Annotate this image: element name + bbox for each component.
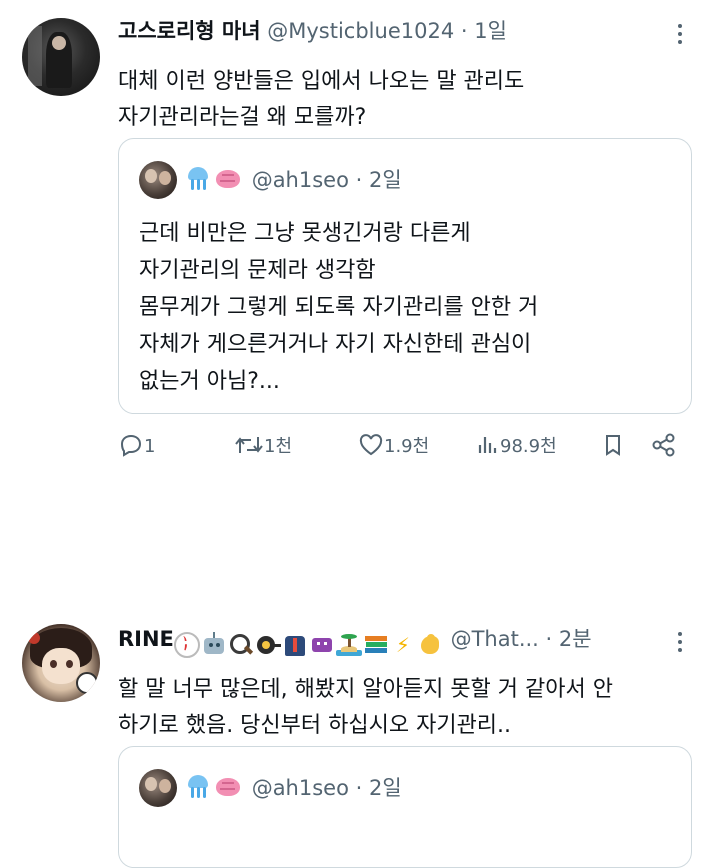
suit-icon <box>282 632 308 658</box>
robot-icon <box>201 632 227 658</box>
tweet-text-line: 자기관리라는걸 왜 모를까? <box>118 105 367 130</box>
tweet-text: 할 말 너무 많은데, 해봤지 알아듣지 못할 거 같아서 안 하기로 했음. … <box>118 672 613 744</box>
avatar-face <box>52 36 66 50</box>
separator-dot: · <box>355 776 363 800</box>
baseball-icon <box>173 632 200 658</box>
quoted-text-line: 없는거 아님?... <box>139 369 280 394</box>
tweet-text-line: 하기로 했음. 당신부터 하십시오 자기관리.. <box>118 713 512 738</box>
share-button[interactable] <box>650 432 678 462</box>
quoted-header: @ah1seo · 2일 <box>185 161 402 199</box>
avatar[interactable] <box>22 624 100 702</box>
quoted-avatar[interactable] <box>139 161 177 199</box>
tweet-header: RINE ⚡ @That... · 2분 <box>118 624 592 659</box>
tweet-text-line: 할 말 너무 많은데, 해봤지 알아듣지 못할 거 같아서 안 <box>118 677 613 702</box>
share-icon <box>652 433 675 457</box>
tweet-2[interactable]: RINE ⚡ @That... · 2분 할 말 너무 많은데, 해봤지 알아듣지… <box>0 600 714 868</box>
retweet-icon <box>235 437 263 453</box>
separator-dot: · <box>355 168 363 192</box>
like-button[interactable]: 1.9천 <box>358 432 429 462</box>
alien-monster-icon <box>309 632 335 658</box>
flexed-biceps-icon <box>417 632 443 658</box>
quoted-tweet[interactable]: @ah1seo · 2일 <box>118 746 692 868</box>
quoted-text-line: 몸무게가 그렇게 되도록 자기관리를 안한 거 <box>139 295 539 320</box>
retweet-button[interactable]: 1천 <box>234 432 292 462</box>
separator-dot: · <box>545 627 553 651</box>
quoted-avatar[interactable] <box>139 769 177 807</box>
quoted-text-line: 자체가 게으른거거나 자기 자신한테 관심이 <box>139 332 532 357</box>
tweet-header: 고스로리형 마녀 @Mysticblue1024 · 1일 <box>118 16 507 46</box>
jellyfish-icon <box>185 775 211 799</box>
frying-pan-icon <box>255 632 281 658</box>
quoted-text: 근데 비만은 그냥 못생긴거랑 다른게 자기관리의 문제라 생각함 몸무게가 그… <box>139 215 538 400</box>
quoted-text-line: 자기관리의 문제라 생각함 <box>139 258 376 283</box>
timestamp[interactable]: 1일 <box>474 19 507 43</box>
like-count: 1.9천 <box>384 436 430 457</box>
views-button[interactable]: 98.9천 <box>476 432 557 462</box>
bookmark-icon <box>606 435 620 456</box>
action-bar: 1 1천 1.9천 98.9천 <box>118 432 690 462</box>
avatar[interactable] <box>22 18 100 96</box>
brain-icon <box>215 775 241 799</box>
bar-chart-icon <box>478 437 497 453</box>
books-icon <box>363 632 389 658</box>
avatar-light <box>28 26 42 86</box>
timestamp[interactable]: 2분 <box>559 627 592 651</box>
user-handle[interactable]: @Mysticblue1024 <box>267 19 454 43</box>
brain-icon <box>215 167 241 191</box>
jellyfish-icon <box>185 167 211 191</box>
more-options-icon[interactable] <box>670 628 690 658</box>
quoted-handle[interactable]: @ah1seo <box>252 776 349 800</box>
quoted-header: @ah1seo · 2일 <box>185 769 402 807</box>
view-count: 98.9천 <box>500 436 557 457</box>
display-name[interactable]: RINE <box>118 627 174 651</box>
reply-icon <box>120 434 142 457</box>
quoted-timestamp[interactable]: 2일 <box>369 776 402 800</box>
heart-icon <box>359 434 383 456</box>
bookmark-button[interactable] <box>602 432 624 462</box>
reply-count: 1 <box>144 436 156 457</box>
desert-island-icon <box>335 632 362 658</box>
separator-dot: · <box>460 19 468 43</box>
reply-button[interactable]: 1 <box>118 432 155 462</box>
quoted-timestamp[interactable]: 2일 <box>369 168 402 192</box>
retweet-count: 1천 <box>264 436 293 457</box>
quoted-tweet[interactable]: @ah1seo · 2일 근데 비만은 그냥 못생긴거랑 다른게 자기관리의 문… <box>118 138 692 414</box>
name-emojis: ⚡ <box>173 629 444 659</box>
user-handle[interactable]: @That... <box>451 627 539 651</box>
lightning-icon: ⚡ <box>395 633 410 657</box>
quoted-text-line: 근데 비만은 그냥 못생긴거랑 다른게 <box>139 221 471 246</box>
quoted-handle[interactable]: @ah1seo <box>252 168 349 192</box>
tweet-text: 대체 이런 양반들은 입에서 나오는 말 관리도 자기관리라는걸 왜 모를까? <box>118 64 524 136</box>
display-name[interactable]: 고스로리형 마녀 <box>118 19 261 43</box>
tweet-1[interactable]: 고스로리형 마녀 @Mysticblue1024 · 1일 대체 이런 양반들은… <box>0 0 714 480</box>
magnifier-icon <box>228 632 254 658</box>
tweet-text-line: 대체 이런 양반들은 입에서 나오는 말 관리도 <box>118 69 525 94</box>
more-options-icon[interactable] <box>670 20 690 50</box>
